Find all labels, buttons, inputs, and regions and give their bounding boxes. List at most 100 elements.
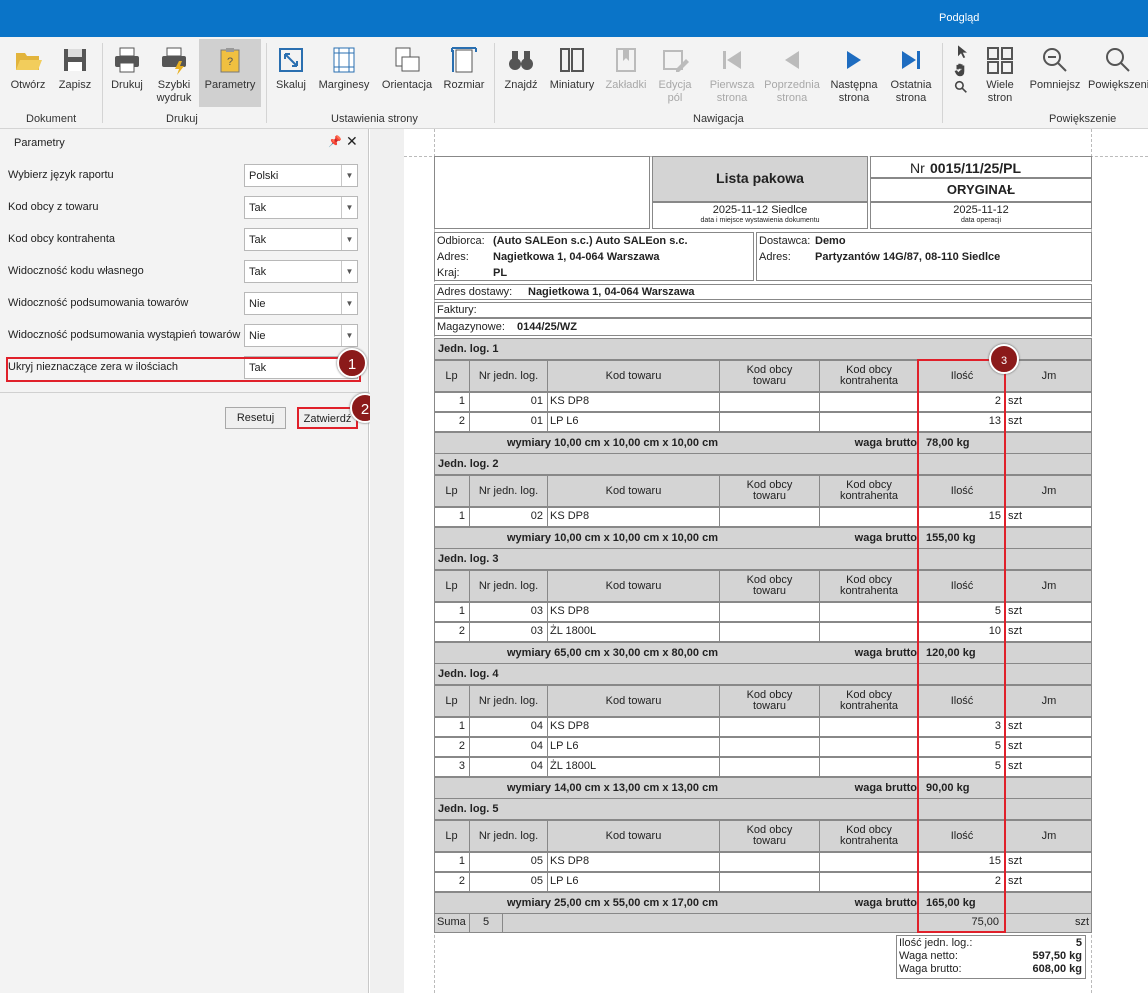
column-header-text: Nr jedn. log. bbox=[478, 829, 539, 842]
column-header-text: Kod obcy towaru bbox=[746, 574, 793, 597]
table-cell: ŻL 1800L bbox=[547, 757, 719, 777]
column-header-text: Kod towaru bbox=[605, 579, 662, 592]
invoices-label: Faktury: bbox=[437, 304, 477, 316]
table-cell bbox=[719, 507, 819, 527]
table-cell: szt bbox=[1005, 737, 1092, 757]
column-header-text: Kod towaru bbox=[605, 484, 662, 497]
table-cell bbox=[719, 392, 819, 412]
column-header-text: Kod obcy kontrahenta bbox=[839, 364, 899, 387]
table-cell: KS DP8 bbox=[547, 392, 719, 412]
column-header-text: Jm bbox=[1041, 484, 1057, 497]
column-header: Kod obcy towaru bbox=[719, 475, 819, 507]
column-header-text: Jm bbox=[1041, 369, 1057, 382]
table-cell: 02 bbox=[469, 507, 547, 527]
supplier-address-label: Adres: bbox=[759, 251, 791, 263]
unit-dimensions: wymiary 25,00 cm x 55,00 cm x 17,00 cm bbox=[507, 897, 718, 909]
column-header: Nr jedn. log. bbox=[469, 570, 547, 602]
column-header: Lp bbox=[434, 360, 469, 392]
highlight-box-3 bbox=[917, 359, 1006, 933]
column-header: Nr jedn. log. bbox=[469, 685, 547, 717]
table-cell bbox=[719, 717, 819, 737]
table-cell bbox=[819, 852, 918, 872]
table-cell: szt bbox=[1005, 602, 1092, 622]
column-header-text: Kod obcy towaru bbox=[746, 479, 793, 502]
table-cell: szt bbox=[1005, 412, 1092, 432]
recipient: (Auto SALEon s.c.) Auto SALEon s.c. bbox=[493, 235, 688, 247]
column-header-text: Jm bbox=[1041, 579, 1057, 592]
table-cell: 1 bbox=[458, 395, 465, 407]
supplier-address: Partyzantów 14G/87, 08-110 Siedlce bbox=[815, 251, 1001, 263]
column-header-text: Kod obcy towaru bbox=[746, 689, 793, 712]
column-header-text: Nr jedn. log. bbox=[478, 579, 539, 592]
column-header-text: Nr jedn. log. bbox=[478, 694, 539, 707]
issue-caption: data i miejsce wystawienia dokumentu bbox=[700, 217, 820, 224]
column-header: Kod obcy kontrahenta bbox=[819, 685, 918, 717]
column-header: Kod obcy kontrahenta bbox=[819, 360, 918, 392]
column-header-text: Kod towaru bbox=[605, 694, 662, 707]
unit-weight-label: waga brutto bbox=[854, 647, 917, 659]
unit-dimensions: wymiary 10,00 cm x 10,00 cm x 10,00 cm bbox=[507, 532, 718, 544]
table-cell: 2 bbox=[458, 625, 465, 637]
table-cell: szt bbox=[1005, 622, 1092, 642]
document-view[interactable]: Lista pakowa 2025-11-12 Siedlce data i mie… bbox=[370, 129, 1148, 993]
column-header: Kod towaru bbox=[547, 360, 719, 392]
sum-unit: szt bbox=[1074, 916, 1089, 928]
table-cell: 05 bbox=[469, 872, 547, 892]
table-cell: 2 bbox=[458, 875, 465, 887]
unit-header: Jedn. log. 2 bbox=[438, 458, 499, 470]
column-header-text: Jm bbox=[1041, 694, 1057, 707]
column-header-text: Nr jedn. log. bbox=[478, 369, 539, 382]
report-page: Lista pakowa 2025-11-12 Siedlce data i mie… bbox=[404, 129, 1148, 993]
recipient-address-label: Adres: bbox=[437, 251, 469, 263]
table-cell: 1 bbox=[458, 510, 465, 522]
summary-label: Waga netto: bbox=[899, 950, 958, 962]
table-cell: 1 bbox=[458, 605, 465, 617]
summary-value: 597,50 kg bbox=[1032, 950, 1082, 962]
column-header-text: Lp bbox=[445, 829, 458, 842]
delivery-label: Adres dostawy: bbox=[437, 286, 513, 298]
country-label: Kraj: bbox=[437, 267, 460, 279]
unit-weight-label: waga brutto bbox=[854, 897, 917, 909]
column-header-text: Lp bbox=[445, 579, 458, 592]
column-header-text: Lp bbox=[445, 694, 458, 707]
table-cell: 3 bbox=[458, 760, 465, 772]
table-cell bbox=[819, 602, 918, 622]
column-header: Nr jedn. log. bbox=[469, 360, 547, 392]
table-cell: szt bbox=[1005, 717, 1092, 737]
column-header: Kod obcy kontrahenta bbox=[819, 475, 918, 507]
summary-value: 5 bbox=[1075, 937, 1082, 949]
column-header-text: Lp bbox=[445, 484, 458, 497]
table-cell: 04 bbox=[469, 737, 547, 757]
column-header: Jm bbox=[1005, 360, 1092, 392]
table-cell: szt bbox=[1005, 507, 1092, 527]
unit-weight-label: waga brutto bbox=[854, 532, 917, 544]
unit-dimensions: wymiary 65,00 cm x 30,00 cm x 80,00 cm bbox=[507, 647, 718, 659]
column-header: Kod towaru bbox=[547, 685, 719, 717]
country: PL bbox=[493, 267, 508, 279]
table-cell bbox=[819, 507, 918, 527]
table-cell bbox=[819, 622, 918, 642]
column-header-text: Kod obcy towaru bbox=[746, 824, 793, 847]
table-cell: 05 bbox=[469, 852, 547, 872]
nr-value: 0015/11/25/PL bbox=[930, 160, 1022, 176]
supplier-label: Dostawca: bbox=[759, 235, 811, 247]
table-cell: KS DP8 bbox=[547, 717, 719, 737]
column-header: Lp bbox=[434, 475, 469, 507]
issue-date: 2025-11-12 Siedlce bbox=[712, 204, 808, 216]
column-header-text: Jm bbox=[1041, 829, 1057, 842]
column-header: Lp bbox=[434, 820, 469, 852]
table-cell bbox=[819, 737, 918, 757]
table-cell: 04 bbox=[469, 757, 547, 777]
column-header: Nr jedn. log. bbox=[469, 820, 547, 852]
report-title: Lista pakowa bbox=[716, 170, 804, 186]
table-cell bbox=[819, 412, 918, 432]
recipient-label: Odbiorca: bbox=[437, 235, 485, 247]
column-header: Nr jedn. log. bbox=[469, 475, 547, 507]
column-header: Jm bbox=[1005, 820, 1092, 852]
table-cell: szt bbox=[1005, 872, 1092, 892]
table-cell bbox=[819, 757, 918, 777]
table-cell bbox=[719, 737, 819, 757]
table-cell: 1 bbox=[458, 855, 465, 867]
table-cell: 01 bbox=[469, 392, 547, 412]
delivery-address: Nagietkowa 1, 04-064 Warszawa bbox=[528, 286, 695, 298]
